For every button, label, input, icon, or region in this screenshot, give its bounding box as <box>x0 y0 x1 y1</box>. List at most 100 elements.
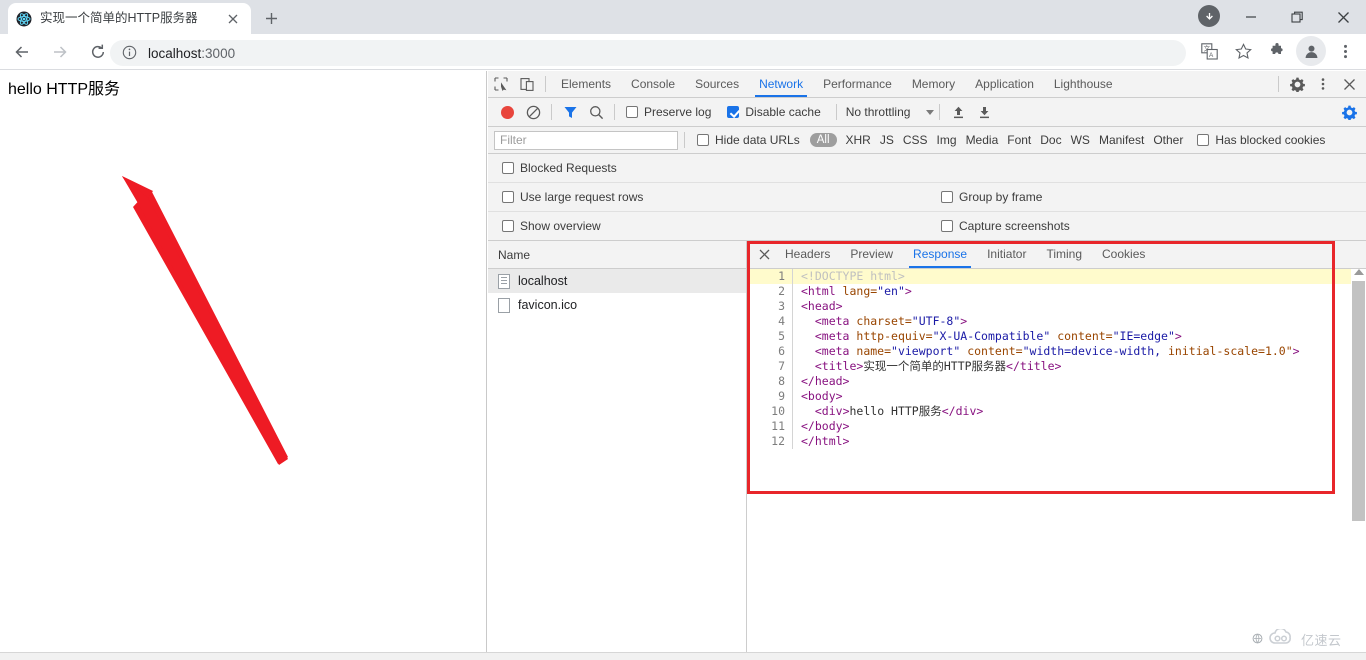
window-minimize-button[interactable] <box>1228 0 1274 34</box>
new-tab-button[interactable] <box>258 5 284 31</box>
detail-tab-timing[interactable]: Timing <box>1036 241 1092 268</box>
devtools-tab-network[interactable]: Network <box>749 71 813 97</box>
show-overview-checkbox[interactable]: Show overview <box>502 219 601 233</box>
devtools-close-icon[interactable] <box>1336 71 1362 97</box>
filter-input[interactable] <box>494 130 678 150</box>
scrollbar-thumb[interactable] <box>1352 281 1365 521</box>
devtools-tab-performance[interactable]: Performance <box>813 71 902 97</box>
devtools-tab-lighthouse[interactable]: Lighthouse <box>1044 71 1123 97</box>
preserve-log-checkbox[interactable]: Preserve log <box>626 105 711 119</box>
table-row[interactable]: localhost <box>488 269 746 293</box>
checkbox-box[interactable] <box>626 106 638 118</box>
response-body-viewer[interactable]: 1 <!DOCTYPE html> 2 <html lang="en"> 3 <head>… <box>747 269 1366 660</box>
hide-data-urls-checkbox[interactable]: Hide data URLs <box>697 133 800 147</box>
request-detail-pane: Headers Preview Response Initiator Timin… <box>747 241 1366 660</box>
export-har-icon[interactable] <box>971 99 997 125</box>
code-line: 9 <body> <box>747 389 1366 404</box>
checkbox-box[interactable] <box>941 220 953 232</box>
detail-tab-response[interactable]: Response <box>903 241 977 268</box>
extensions-puzzle-icon[interactable] <box>1262 36 1292 66</box>
forward-button[interactable] <box>44 36 76 68</box>
devtools-tab-memory[interactable]: Memory <box>902 71 965 97</box>
translate-icon[interactable]: 文 A <box>1194 36 1224 66</box>
browser-tab[interactable]: 实现一个简单的HTTP服务器 <box>8 3 251 34</box>
checkbox-box[interactable] <box>502 191 514 203</box>
type-filter-font[interactable]: Font <box>1007 133 1031 147</box>
blocked-requests-label: Blocked Requests <box>520 161 617 175</box>
bookmark-star-icon[interactable] <box>1228 36 1258 66</box>
devtools-tab-sources[interactable]: Sources <box>685 71 749 97</box>
window-close-button[interactable] <box>1320 0 1366 34</box>
group-by-frame-checkbox[interactable]: Group by frame <box>941 190 1042 204</box>
code-line: 5 <meta http-equiv="X-UA-Compatible" con… <box>747 329 1366 344</box>
checkbox-box[interactable] <box>727 106 740 118</box>
type-filter-js[interactable]: JS <box>880 133 894 147</box>
devtools-panel: Elements Console Sources Network Perform… <box>488 71 1366 660</box>
kebab-menu-icon[interactable] <box>1310 71 1336 97</box>
import-har-icon[interactable] <box>945 99 971 125</box>
type-filter-doc[interactable]: Doc <box>1040 133 1061 147</box>
type-filter-other[interactable]: Other <box>1153 133 1183 147</box>
code-line: 8 </head> <box>747 374 1366 389</box>
response-scrollbar[interactable] <box>1351 269 1366 660</box>
type-filter-all[interactable]: All <box>809 133 837 147</box>
network-filter-bar: Hide data URLs All XHR JS CSS Img Media … <box>488 127 1366 154</box>
type-filter-css[interactable]: CSS <box>903 133 928 147</box>
browser-window: 实现一个简单的HTTP服务器 localhost:3000 A hello HT… <box>0 0 1366 660</box>
checkbox-box[interactable] <box>502 220 514 232</box>
scroll-up-arrow-icon[interactable] <box>1354 269 1364 275</box>
record-button[interactable] <box>494 99 520 125</box>
capture-screenshots-checkbox[interactable]: Capture screenshots <box>941 219 1070 233</box>
type-filter-ws[interactable]: WS <box>1071 133 1090 147</box>
code-line: 10 <div>hello HTTP服务</div> <box>747 404 1366 419</box>
code-text: <meta charset="UTF-8"> <box>814 314 968 328</box>
devtools-tab-console[interactable]: Console <box>621 71 685 97</box>
disable-cache-label: Disable cache <box>745 105 821 119</box>
tab-close-icon[interactable] <box>223 9 243 29</box>
filter-funnel-icon[interactable] <box>557 99 583 125</box>
profile-avatar-icon[interactable] <box>1296 36 1326 66</box>
detail-tab-headers[interactable]: Headers <box>775 241 840 268</box>
cloud-logo-icon <box>1269 627 1295 650</box>
window-maximize-button[interactable] <box>1274 0 1320 34</box>
type-filter-xhr[interactable]: XHR <box>846 133 871 147</box>
line-number: 4 <box>747 314 793 329</box>
code-text: </html> <box>801 434 850 448</box>
site-info-icon[interactable] <box>122 45 138 61</box>
search-icon[interactable] <box>583 99 609 125</box>
type-filter-media[interactable]: Media <box>966 133 999 147</box>
code-line: 4 <meta charset="UTF-8"> <box>747 314 1366 329</box>
checkbox-box[interactable] <box>502 162 514 174</box>
code-line: 12 </html> <box>747 434 1366 449</box>
devtools-tab-application[interactable]: Application <box>965 71 1044 97</box>
inspect-element-icon[interactable] <box>488 71 514 97</box>
device-toolbar-icon[interactable] <box>514 71 540 97</box>
use-large-request-rows-checkbox[interactable]: Use large request rows <box>502 190 643 204</box>
code-line: 3 <head> <box>747 299 1366 314</box>
has-blocked-cookies-checkbox[interactable]: Has blocked cookies <box>1197 133 1325 147</box>
download-indicator-icon[interactable] <box>1198 5 1220 27</box>
type-filter-img[interactable]: Img <box>937 133 957 147</box>
devtools-tab-elements[interactable]: Elements <box>551 71 621 97</box>
line-number: 9 <box>747 389 793 404</box>
chrome-menu-icon[interactable] <box>1330 36 1360 66</box>
table-row[interactable]: favicon.ico <box>488 293 746 317</box>
detail-tab-cookies[interactable]: Cookies <box>1092 241 1155 268</box>
type-filter-manifest[interactable]: Manifest <box>1099 133 1144 147</box>
detail-tab-initiator[interactable]: Initiator <box>977 241 1036 268</box>
network-settings-gear-icon[interactable] <box>1336 99 1362 125</box>
clear-icon[interactable] <box>520 99 546 125</box>
blocked-requests-checkbox[interactable]: Blocked Requests <box>502 161 617 175</box>
devtools-tabbar-right <box>1273 71 1366 97</box>
back-button[interactable] <box>6 36 38 68</box>
detail-tab-preview[interactable]: Preview <box>840 241 903 268</box>
gear-icon[interactable] <box>1284 71 1310 97</box>
checkbox-box[interactable] <box>1197 134 1210 146</box>
disable-cache-checkbox[interactable]: Disable cache <box>727 105 821 119</box>
address-bar[interactable]: localhost:3000 <box>110 40 1186 66</box>
checkbox-box[interactable] <box>941 191 953 203</box>
checkbox-box[interactable] <box>697 134 709 146</box>
throttling-dropdown[interactable]: No throttling <box>846 105 935 119</box>
code-text: <html lang="en"> <box>801 284 912 298</box>
detail-close-icon[interactable] <box>753 244 775 266</box>
